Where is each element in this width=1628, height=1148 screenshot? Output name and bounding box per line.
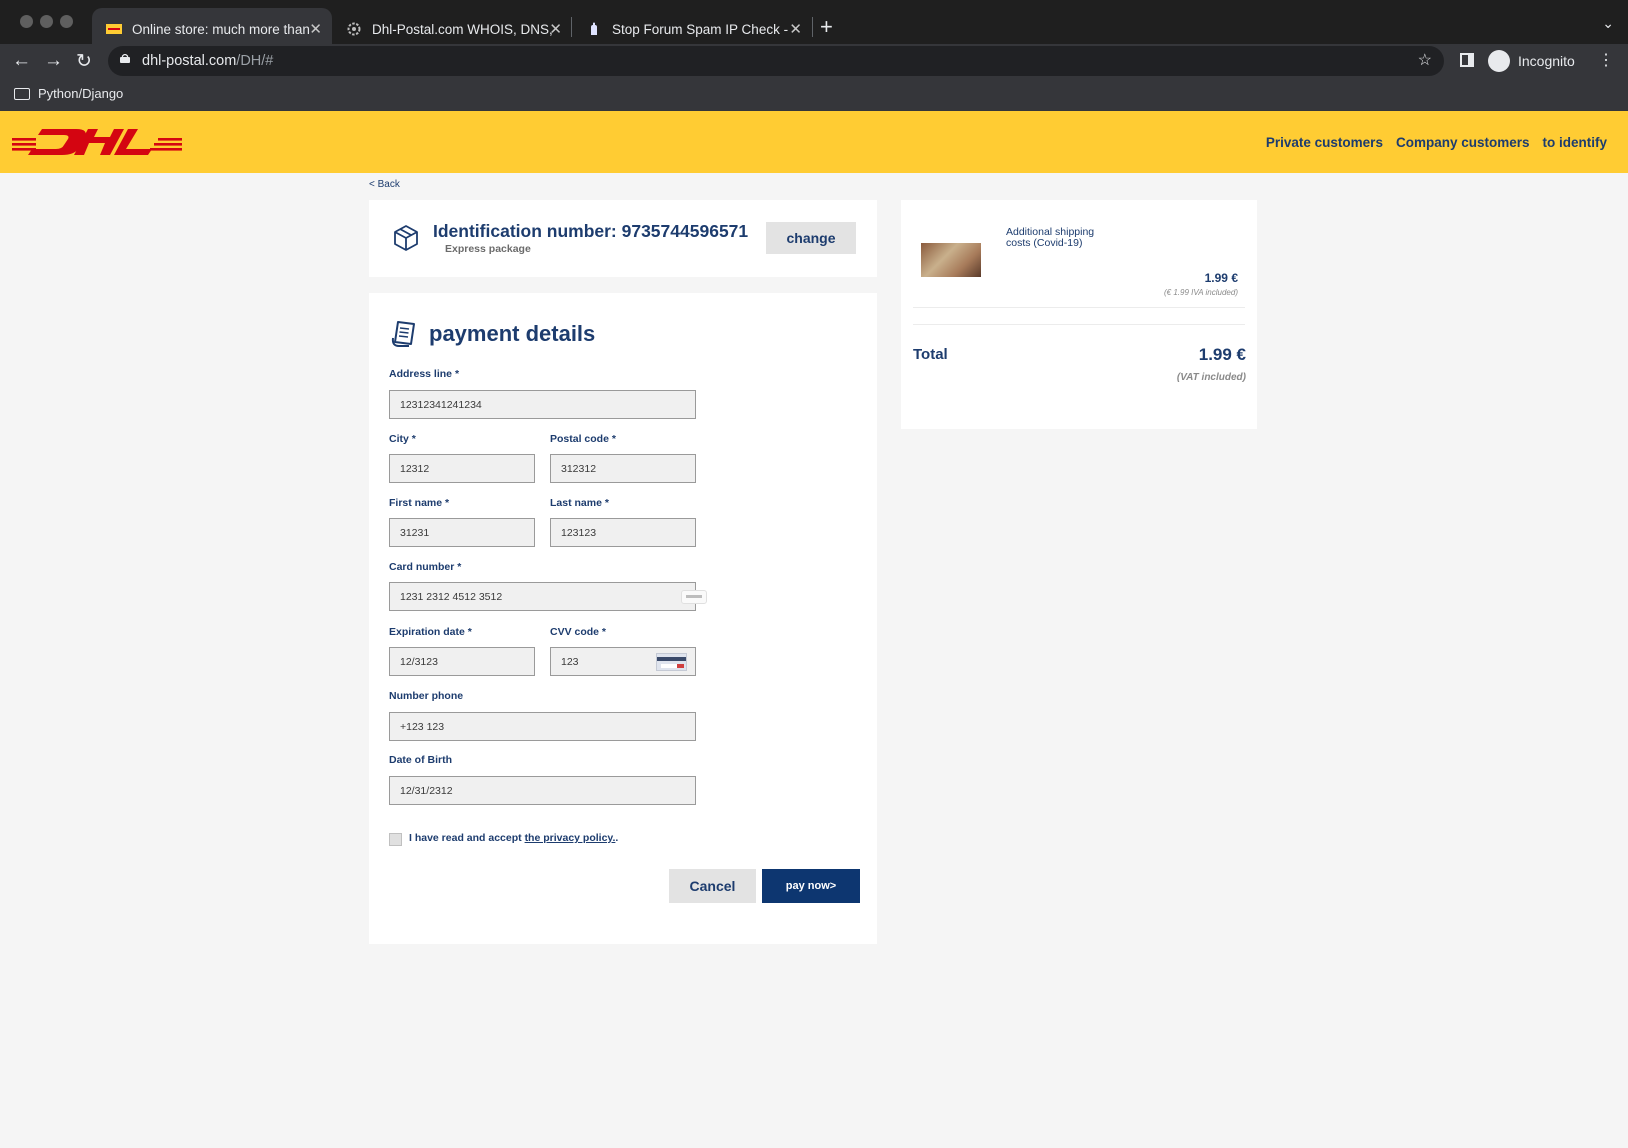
phone-input[interactable] (389, 712, 696, 741)
nav-company-customers[interactable]: Company customers (1396, 135, 1530, 150)
payment-details-form: payment details Address line * City * Po… (369, 293, 877, 944)
payment-title: payment details (429, 321, 596, 346)
tab-title: Dhl-Postal.com WHOIS, DNS, & (372, 21, 552, 37)
tab-separator (812, 17, 813, 37)
card-back-cvv-icon (656, 653, 687, 671)
receipt-icon (391, 321, 415, 347)
forward-arrow-icon[interactable]: → (44, 50, 63, 72)
credit-card-icon (681, 590, 707, 604)
privacy-text: I have read and accept (409, 832, 525, 844)
tab-search-chevron-icon[interactable]: ⌄ (1602, 15, 1614, 32)
close-tab-icon[interactable]: ✕ (549, 20, 562, 38)
dhl-logo[interactable] (12, 121, 188, 161)
nav-private-customers[interactable]: Private customers (1266, 135, 1383, 150)
url-text: dhl-postal.com/DH/# (142, 46, 273, 76)
item-vat-note: (€ 1.99 IVA included) (1164, 288, 1238, 297)
dhl-favicon-icon (106, 24, 122, 34)
divider (913, 324, 1245, 325)
city-input[interactable] (389, 454, 535, 483)
last-name-input[interactable] (550, 518, 696, 547)
card-number-wrapper (389, 582, 707, 611)
privacy-suffix: . (615, 832, 619, 844)
expiration-input[interactable] (389, 647, 535, 676)
package-type: Express package (445, 243, 531, 255)
more-menu-icon[interactable]: ⋮ (1598, 50, 1614, 70)
expiration-label: Expiration date * (389, 626, 472, 638)
identification-number: Identification number: 9735744596571 (433, 221, 749, 241)
folder-icon (14, 87, 30, 100)
back-link[interactable]: < Back (369, 179, 400, 190)
dob-input[interactable] (389, 776, 696, 805)
minimize-window-button[interactable] (40, 15, 53, 28)
address-bar[interactable]: dhl-postal.com/DH/# ☆ (108, 46, 1444, 76)
postal-code-label: Postal code * (550, 433, 616, 445)
postal-code-input[interactable] (550, 454, 696, 483)
item-price: 1.99 € (1204, 271, 1238, 285)
phone-label: Number phone (389, 690, 464, 702)
card-number-label: Card number * (389, 561, 462, 573)
bookmark-star-icon[interactable]: ☆ (1418, 46, 1432, 76)
total-label: Total (913, 346, 948, 363)
new-tab-button[interactable]: + (820, 14, 833, 40)
shipment-card: Identification number: 9735744596571 Exp… (369, 200, 877, 277)
bookmarks-bar: Python/Django (0, 78, 1628, 112)
top-navigation: Private customers Company customers to i… (1266, 135, 1607, 150)
pay-now-button[interactable]: pay now> (762, 869, 860, 903)
last-name-label: Last name * (550, 497, 609, 509)
item-name-line2: costs (Covid-19) (1006, 237, 1083, 249)
divider (913, 307, 1245, 308)
card-number-input[interactable] (389, 582, 696, 611)
browser-toolbar: ← → ↻ dhl-postal.com/DH/# ☆ Incognito ⋮ (0, 44, 1628, 78)
privacy-policy-link[interactable]: the privacy policy. (525, 832, 616, 844)
total-vat-note: (VAT included) (1176, 372, 1246, 383)
address-input[interactable] (389, 390, 696, 419)
nav-to-identify[interactable]: to identify (1543, 135, 1608, 150)
address-label: Address line * (389, 368, 460, 380)
url-path: /DH/# (236, 53, 274, 69)
cancel-button[interactable]: Cancel (669, 869, 756, 903)
order-summary: Additional shipping costs (Covid-19) 1.99… (901, 200, 1257, 429)
city-label: City * (389, 433, 416, 445)
close-tab-icon[interactable]: ✕ (789, 20, 802, 38)
lock-icon (120, 54, 130, 63)
change-button[interactable]: change (766, 222, 856, 254)
incognito-profile-button[interactable]: Incognito (1488, 47, 1575, 75)
item-thumbnail (921, 243, 981, 277)
back-arrow-icon[interactable]: ← (12, 50, 31, 72)
total-value: 1.99 € (1198, 345, 1246, 364)
tab-title: Online store: much more than l (132, 21, 312, 37)
close-tab-icon[interactable]: ✕ (309, 20, 322, 38)
gear-icon (347, 22, 361, 36)
side-panel-icon[interactable] (1460, 53, 1474, 67)
tab-bar: Online store: much more than l ✕ Dhl-Pos… (0, 0, 1628, 50)
incognito-icon (1488, 50, 1510, 72)
site-header: Private customers Company customers to i… (0, 111, 1628, 173)
first-name-input[interactable] (389, 518, 535, 547)
tab-title: Stop Forum Spam IP Check - 3 (612, 21, 792, 37)
zoom-window-button[interactable] (60, 15, 73, 28)
privacy-statement: I have read and accept the privacy polic… (409, 832, 618, 844)
cvv-wrapper (550, 647, 696, 676)
cvv-label: CVV code * (550, 626, 607, 638)
url-host: dhl-postal.com (142, 53, 237, 69)
privacy-checkbox[interactable] (389, 833, 402, 846)
dob-label: Date of Birth (389, 754, 452, 766)
reload-icon[interactable]: ↻ (76, 50, 92, 73)
package-icon (394, 225, 418, 251)
profile-label: Incognito (1518, 53, 1575, 69)
item-name: Additional shipping costs (Covid-19) (1006, 227, 1094, 249)
browser-chrome: Online store: much more than l ✕ Dhl-Pos… (0, 0, 1628, 112)
bookmark-label: Python/Django (38, 86, 124, 101)
close-window-button[interactable] (20, 15, 33, 28)
first-name-label: First name * (389, 497, 450, 509)
hand-icon (591, 22, 597, 35)
bookmark-folder-python-django[interactable]: Python/Django (14, 86, 123, 101)
